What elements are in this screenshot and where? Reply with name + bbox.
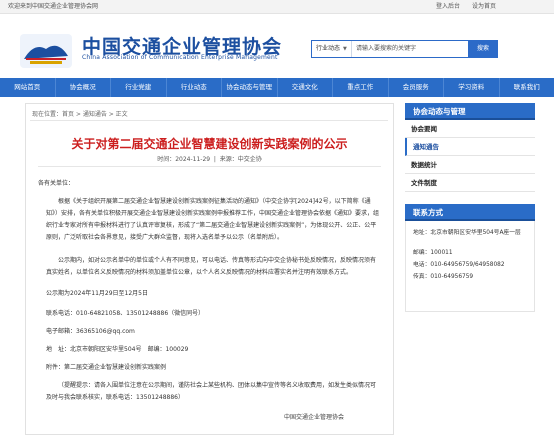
contact-panel: 联系方式 地址：北京市朝阳区安华里504号A座一层 邮编：100011 电话：0…	[405, 204, 535, 312]
search-box: 行业动态▼ 请输入要搜索的关键字	[311, 40, 469, 58]
set-homepage-link[interactable]: 设为首页	[472, 3, 496, 10]
contact-address-info: 地址：北京市朝阳区安华里504号A座一层	[413, 229, 533, 238]
greeting: 各有关单位：	[38, 178, 74, 190]
sidebar-item-news[interactable]: 协会要闻	[405, 120, 535, 138]
nav-item-home[interactable]: 网站首页	[0, 78, 56, 97]
welcome-text: 欢迎来到中国交通企业管理协会网	[8, 0, 98, 13]
sidebar-item-statistics[interactable]: 数据统计	[405, 156, 535, 174]
site-header: 中国交通企业管理协会 China Association of Communic…	[0, 14, 554, 78]
sidebar-title: 协会动态与管理	[405, 103, 535, 120]
nav-item-party[interactable]: 行业党建	[111, 78, 167, 97]
sidebar-item-notices[interactable]: 通知通告	[405, 138, 535, 156]
article-source: 中交企协	[238, 156, 262, 163]
divider	[30, 120, 388, 121]
nav-item-culture[interactable]: 交通文化	[278, 78, 334, 97]
nav-item-industry[interactable]: 行业动态	[167, 78, 223, 97]
attachment-link[interactable]: 附件：第二届交通企业智慧建设创新实践案例	[46, 362, 166, 374]
nav-item-association[interactable]: 协会动态与管理	[222, 78, 278, 97]
main-nav: 网站首页 协会概况 行业党建 行业动态 协会动态与管理 交通文化 重点工作 会员…	[0, 78, 554, 97]
association-logo[interactable]	[20, 34, 72, 68]
notice-paragraph: （提醒提示：请各入围单位注意在公示期间，谨防社会上某些机构、团体以集中宣传等名义…	[46, 380, 380, 404]
divider	[38, 166, 381, 167]
sidebar: 协会动态与管理 协会要闻 通知通告 数据统计 文件制度	[405, 103, 535, 192]
paragraph-2: 公示期内，如对公示名单中的单位或个人有不同意见，可以电话、传真等形式向中交企协秘…	[46, 255, 380, 279]
article-panel: 现在位置：首页 > 通知通告 > 正文 关于对第二届交通企业智慧建设创新实践案例…	[25, 103, 394, 435]
nav-item-member[interactable]: 会员服务	[389, 78, 445, 97]
top-bar: 欢迎来到中国交通企业管理协会网 登入后台 设为首页	[0, 0, 554, 14]
nav-item-contact[interactable]: 联系我们	[500, 78, 554, 97]
sidebar-item-documents[interactable]: 文件制度	[405, 174, 535, 192]
nav-item-about[interactable]: 协会概况	[56, 78, 112, 97]
article-meta: 时间：2024-11-29 | 来源：中交企协	[26, 154, 393, 163]
paragraph-3: 公示期为2024年11月29日至12月5日	[46, 288, 148, 300]
search-button[interactable]: 搜索	[468, 40, 498, 58]
nav-item-key-work[interactable]: 重点工作	[333, 78, 389, 97]
contact-phone: 联系电话：010-64821058、13501248886（微信同号）	[46, 308, 204, 320]
search-input[interactable]: 请输入要搜索的关键字	[356, 41, 416, 57]
contact-email: 电子邮箱：36365106@qq.com	[46, 326, 135, 338]
contact-zip-info: 邮编：100011	[413, 249, 533, 258]
breadcrumb: 现在位置：首页 > 通知通告 > 正文	[32, 109, 128, 118]
signature: 中国交通企业管理协会	[284, 412, 344, 421]
contact-fax-info: 传真：010-64956759	[413, 273, 533, 282]
login-link[interactable]: 登入后台	[436, 3, 460, 10]
article-date: 2024-11-29	[175, 156, 210, 163]
site-subtitle: China Association of Communication Enter…	[82, 54, 278, 61]
contact-title: 联系方式	[405, 204, 535, 221]
search-category-select[interactable]: 行业动态▼	[312, 41, 352, 57]
paragraph-1: 根据《关于组织开展第二届交通企业智慧建设创新实践案例征集活动的通知》（中交企协字…	[46, 196, 380, 244]
chevron-down-icon: ▼	[343, 46, 347, 52]
contact-phone-info: 电话：010-64956759/64958082	[413, 261, 533, 270]
nav-item-learning[interactable]: 学习资料	[444, 78, 500, 97]
article-title: 关于对第二届交通企业智慧建设创新实践案例的公示	[26, 135, 393, 152]
contact-address: 地 址：北京市朝阳区安华里504号 邮编：100029	[46, 344, 188, 356]
